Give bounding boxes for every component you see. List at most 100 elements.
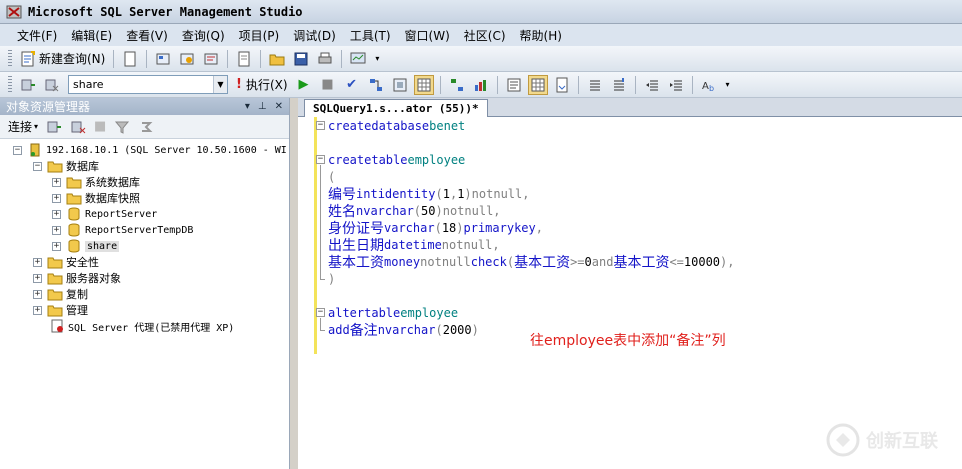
stop-icon[interactable]: ■ [94,120,106,133]
grid-icon [417,78,431,91]
available-databases-combo[interactable]: share ▼ [68,75,228,94]
outline-end [320,279,325,280]
expand-icon[interactable]: + [52,241,61,251]
results-grid-button[interactable] [527,74,548,95]
collapse-icon[interactable]: − [13,145,22,155]
toolbar-overflow-button[interactable]: ▾ [723,75,733,95]
expand-icon[interactable]: + [33,289,42,299]
menu-file[interactable]: 文件(F) [10,27,64,44]
filter-icon[interactable] [114,119,130,135]
activity-monitor-button[interactable] [348,49,368,69]
tree-node-replication[interactable]: + 复制 [0,286,289,302]
disconnect-icon[interactable] [70,119,86,135]
pin-icon[interactable]: ⊥ [258,101,267,112]
expand-icon[interactable]: + [52,225,61,235]
expand-icon[interactable]: + [33,273,42,283]
menu-view[interactable]: 查看(V) [119,27,175,44]
new-query-button[interactable]: 新建查询(N) [16,49,109,69]
system-databases-label: 系统数据库 [85,176,140,189]
collapse-icon[interactable]: − [316,308,325,317]
toolbar-grip[interactable] [8,49,12,68]
toolbar-overflow-button[interactable]: ▾ [372,49,382,69]
results-to-grid-button[interactable] [413,74,434,95]
expand-icon[interactable]: + [52,209,61,219]
print-button[interactable] [315,49,335,69]
expand-icon[interactable]: + [52,193,61,203]
toolbar-separator [634,75,636,94]
open-folder-icon [269,54,285,65]
ssms-app-icon [6,4,22,20]
new-file-button[interactable] [120,49,140,69]
tree-node-server-objects[interactable]: + 服务器对象 [0,270,289,286]
expand-icon[interactable]: + [52,177,61,187]
menu-tools[interactable]: 工具(T) [343,27,398,44]
reportservertempdb-label: ReportServerTempDB [85,224,194,236]
tree-node-management[interactable]: + 管理 [0,302,289,318]
menu-community[interactable]: 社区(C) [457,27,513,44]
parse-button[interactable]: ✔ [342,75,362,95]
outdent-icon [645,80,658,90]
tree-node-database-snapshots[interactable]: + 数据库快照 [0,190,289,206]
increase-indent-button[interactable] [666,75,686,95]
query-editor[interactable]: − − − create database benet create table… [298,117,962,469]
connect-server-icon[interactable] [46,119,62,135]
connect-dropdown[interactable]: 连接 ▾ [8,118,38,135]
tree-node-sql-agent[interactable]: SQL Server 代理(已禁用代理 XP) [0,318,289,334]
tree-node-reportserver[interactable]: + ReportServer [0,206,289,222]
uncomment-lines-icon [613,77,624,90]
save-icon [294,52,308,65]
dmx-query-button[interactable] [177,49,197,69]
sqlce-query-button[interactable] [234,49,254,69]
decrease-indent-button[interactable] [642,75,662,95]
save-button[interactable] [291,49,311,69]
connect-button[interactable] [18,75,38,95]
toolbar-grip[interactable] [8,75,12,94]
close-icon[interactable]: ✕ [275,101,283,112]
comment-button[interactable] [585,75,605,95]
refresh-icon[interactable] [138,119,154,135]
menu-window[interactable]: 窗口(W) [398,27,457,44]
results-to-file-button[interactable] [552,75,572,95]
xmla-query-button[interactable] [201,49,221,69]
outline-line [320,165,321,279]
client-statistics-button[interactable] [471,75,491,95]
toolbar-separator [146,49,148,68]
menu-help[interactable]: 帮助(H) [513,27,569,44]
execute-button[interactable]: ! 执行(X) [232,75,292,95]
collapse-icon[interactable]: − [316,121,325,130]
expand-icon[interactable]: + [33,257,42,267]
connect-label: 连接 [8,120,33,134]
code-line-1: create database benet [328,118,466,133]
results-to-text-button[interactable] [504,75,524,95]
collapse-icon[interactable]: − [316,155,325,164]
tree-node-share[interactable]: + share [0,238,289,254]
object-explorer-tree: − 192.168.10.1 (SQL Server 10.50.1600 - … [0,139,289,334]
tree-node-databases[interactable]: − 数据库 [0,158,289,174]
expand-icon[interactable]: + [33,305,42,315]
display-plan-button[interactable] [366,75,386,95]
debug-button[interactable]: ▶ [294,75,314,95]
chevron-down-icon[interactable]: ▼ [213,76,227,93]
tree-node-security[interactable]: + 安全性 [0,254,289,270]
cancel-query-button[interactable]: ■ [318,75,338,95]
open-file-button[interactable] [267,49,287,69]
window-position-icon[interactable]: ▾ [245,101,250,112]
tab-sqlquery1[interactable]: SQLQuery1.s...ator (55))* [304,99,488,117]
xmla-query-icon [204,53,218,64]
tree-node-system-databases[interactable]: + 系统数据库 [0,174,289,190]
mdx-query-button[interactable] [153,49,173,69]
menu-query[interactable]: 查询(Q) [175,27,232,44]
query-designer-button[interactable] [390,75,410,95]
tree-node-reportservertempdb[interactable]: + ReportServerTempDB [0,222,289,238]
code-line-12: alter table employee [328,305,459,320]
specify-template-values-button[interactable]: Ab [699,75,719,95]
menu-project[interactable]: 项目(P) [232,27,287,44]
change-connection-button[interactable] [42,75,62,95]
collapse-icon[interactable]: − [33,161,42,171]
code-line-4: ( [328,169,336,184]
menu-debug[interactable]: 调试(D) [286,27,343,44]
include-plan-button[interactable] [447,75,467,95]
menu-edit[interactable]: 编辑(E) [64,27,119,44]
tree-node-server[interactable]: − 192.168.10.1 (SQL Server 10.50.1600 - … [0,142,289,158]
uncomment-button[interactable] [609,75,629,95]
